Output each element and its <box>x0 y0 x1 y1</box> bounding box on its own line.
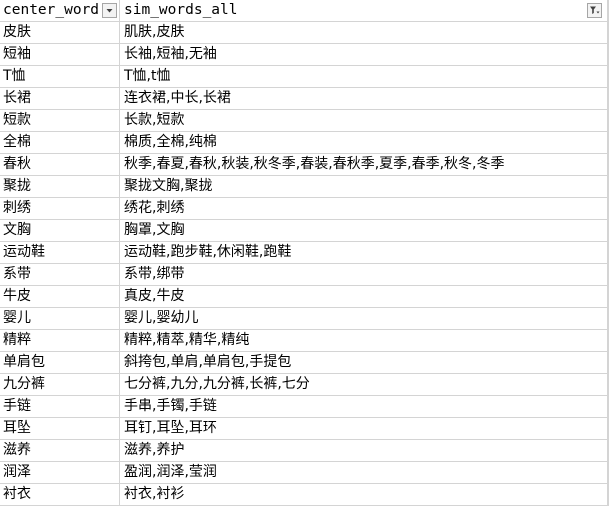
center-word-cell[interactable]: 长裙 <box>0 88 120 109</box>
sim-words-cell[interactable]: 聚拢文胸,聚拢 <box>120 176 609 197</box>
sim-words-cell[interactable]: T恤,t恤 <box>120 66 609 87</box>
center-word-cell[interactable]: 润泽 <box>0 462 120 483</box>
table-row: 手链 手串,手镯,手链 <box>0 396 609 418</box>
dropdown-icon[interactable] <box>102 3 117 18</box>
center-word-cell[interactable]: 滋养 <box>0 440 120 461</box>
table-row: 滋养 滋养,养护 <box>0 440 609 462</box>
table-row: 刺绣 绣花,刺绣 <box>0 198 609 220</box>
center-word-cell[interactable]: 婴儿 <box>0 308 120 329</box>
center-word-cell[interactable]: 九分裤 <box>0 374 120 395</box>
center-word-cell[interactable]: 皮肤 <box>0 22 120 43</box>
table-row: 短款 长款,短款 <box>0 110 609 132</box>
sim-words-cell[interactable]: 精粹,精萃,精华,精纯 <box>120 330 609 351</box>
sim-words-cell[interactable]: 滋养,养护 <box>120 440 609 461</box>
table-row: T恤 T恤,t恤 <box>0 66 609 88</box>
center-word-cell[interactable]: T恤 <box>0 66 120 87</box>
header-row: center_word sim_words_all <box>0 0 609 22</box>
center-word-cell[interactable]: 运动鞋 <box>0 242 120 263</box>
sim-words-cell[interactable]: 长款,短款 <box>120 110 609 131</box>
center-word-cell[interactable]: 精粹 <box>0 330 120 351</box>
table-row: 润泽 盈润,润泽,莹润 <box>0 462 609 484</box>
center-word-cell[interactable]: 全棉 <box>0 132 120 153</box>
sim-words-cell[interactable]: 秋季,春夏,春秋,秋装,秋冬季,春装,春秋季,夏季,春季,秋冬,冬季 <box>120 154 609 175</box>
sim-words-cell[interactable]: 盈润,润泽,莹润 <box>120 462 609 483</box>
sim-words-cell[interactable]: 连衣裙,中长,长裙 <box>120 88 609 109</box>
sim-words-cell[interactable]: 胸罩,文胸 <box>120 220 609 241</box>
table-row: 牛皮 真皮,牛皮 <box>0 286 609 308</box>
sim-words-cell[interactable]: 肌肤,皮肤 <box>120 22 609 43</box>
sim-words-cell[interactable]: 棉质,全棉,纯棉 <box>120 132 609 153</box>
center-word-cell[interactable]: 耳坠 <box>0 418 120 439</box>
table-row: 皮肤 肌肤,皮肤 <box>0 22 609 44</box>
center-word-cell[interactable]: 短款 <box>0 110 120 131</box>
sim-words-cell[interactable]: 婴儿,婴幼儿 <box>120 308 609 329</box>
table-row: 耳坠 耳钉,耳坠,耳环 <box>0 418 609 440</box>
column-header-center-word[interactable]: center_word <box>0 0 120 21</box>
center-word-cell[interactable]: 单肩包 <box>0 352 120 373</box>
center-word-cell[interactable]: 系带 <box>0 264 120 285</box>
sim-words-cell[interactable]: 系带,绑带 <box>120 264 609 285</box>
sim-words-cell[interactable]: 斜挎包,单肩,单肩包,手提包 <box>120 352 609 373</box>
center-word-cell[interactable]: 刺绣 <box>0 198 120 219</box>
filter-applied-icon[interactable] <box>587 3 602 18</box>
sim-words-cell[interactable]: 真皮,牛皮 <box>120 286 609 307</box>
sim-words-cell[interactable]: 七分裤,九分,九分裤,长裤,七分 <box>120 374 609 395</box>
spreadsheet-grid: center_word sim_words_all 皮肤 肌肤,皮肤 短袖 长袖,短袖… <box>0 0 609 506</box>
center-word-cell[interactable]: 短袖 <box>0 44 120 65</box>
sim-words-cell[interactable]: 长袖,短袖,无袖 <box>120 44 609 65</box>
table-row: 系带 系带,绑带 <box>0 264 609 286</box>
table-row: 衬衣 衬衣,衬衫 <box>0 484 609 506</box>
column-header-sim-words-all[interactable]: sim_words_all <box>120 0 609 21</box>
center-word-cell[interactable]: 衬衣 <box>0 484 120 505</box>
sim-words-cell[interactable]: 衬衣,衬衫 <box>120 484 609 505</box>
table-row: 婴儿 婴儿,婴幼儿 <box>0 308 609 330</box>
sim-words-cell[interactable]: 绣花,刺绣 <box>120 198 609 219</box>
table-row: 聚拢 聚拢文胸,聚拢 <box>0 176 609 198</box>
column-header-label: sim_words_all <box>124 2 238 18</box>
table-row: 短袖 长袖,短袖,无袖 <box>0 44 609 66</box>
table-row: 全棉 棉质,全棉,纯棉 <box>0 132 609 154</box>
table-row: 春秋 秋季,春夏,春秋,秋装,秋冬季,春装,春秋季,夏季,春季,秋冬,冬季 <box>0 154 609 176</box>
table-row: 九分裤 七分裤,九分,九分裤,长裤,七分 <box>0 374 609 396</box>
table-row: 单肩包 斜挎包,单肩,单肩包,手提包 <box>0 352 609 374</box>
center-word-cell[interactable]: 春秋 <box>0 154 120 175</box>
center-word-cell[interactable]: 手链 <box>0 396 120 417</box>
column-header-label: center_word <box>3 2 100 18</box>
sim-words-cell[interactable]: 耳钉,耳坠,耳环 <box>120 418 609 439</box>
sim-words-cell[interactable]: 运动鞋,跑步鞋,休闲鞋,跑鞋 <box>120 242 609 263</box>
center-word-cell[interactable]: 聚拢 <box>0 176 120 197</box>
center-word-cell[interactable]: 文胸 <box>0 220 120 241</box>
table-row: 运动鞋 运动鞋,跑步鞋,休闲鞋,跑鞋 <box>0 242 609 264</box>
table-row: 文胸 胸罩,文胸 <box>0 220 609 242</box>
table-row: 长裙 连衣裙,中长,长裙 <box>0 88 609 110</box>
table-row: 精粹 精粹,精萃,精华,精纯 <box>0 330 609 352</box>
center-word-cell[interactable]: 牛皮 <box>0 286 120 307</box>
sim-words-cell[interactable]: 手串,手镯,手链 <box>120 396 609 417</box>
